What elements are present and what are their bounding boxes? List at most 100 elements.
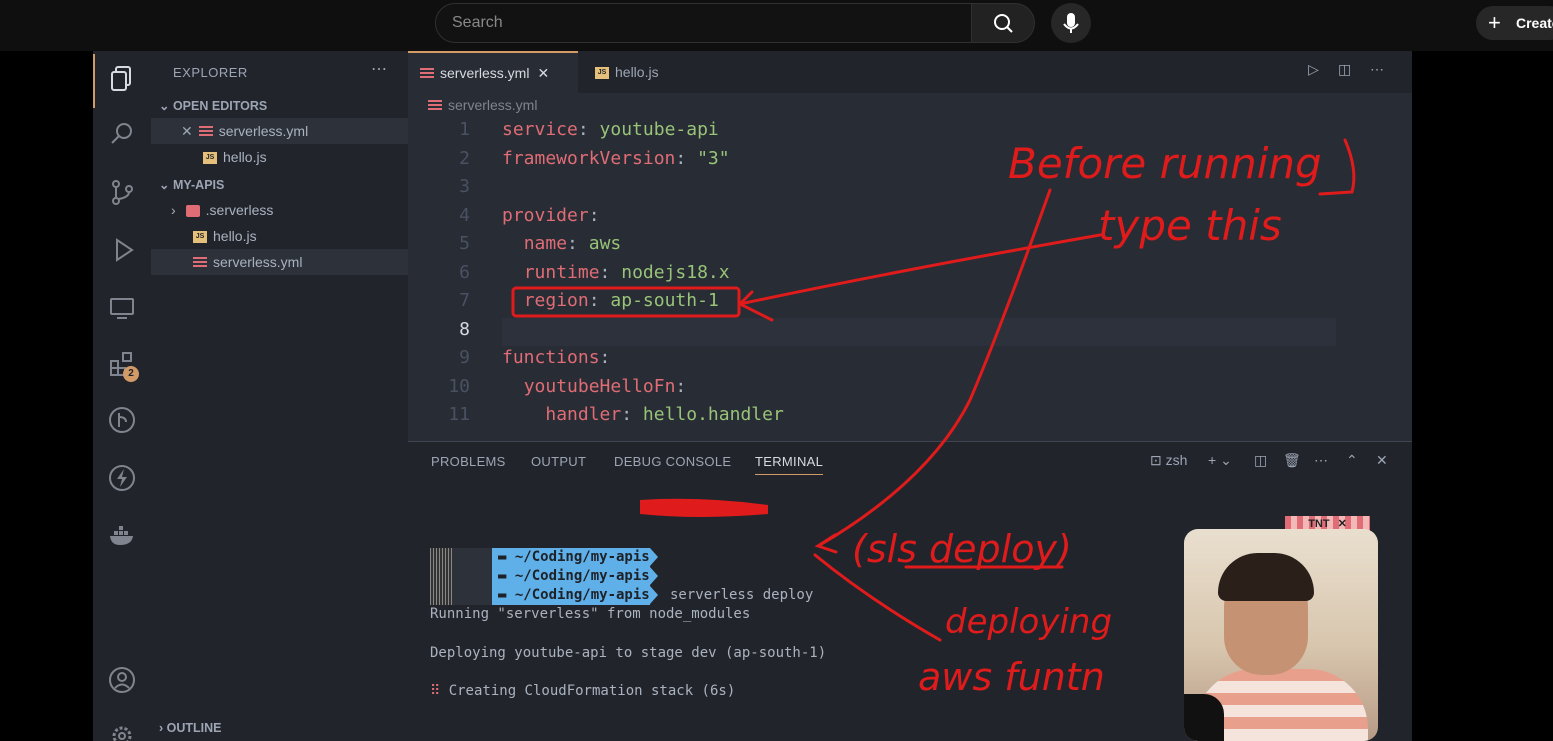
chevron-right-icon: › [171, 202, 176, 218]
folder-icon: ▬ [498, 568, 515, 584]
line-number: 1 [459, 119, 470, 140]
files-icon[interactable] [107, 63, 137, 93]
new-terminal-icon[interactable]: + ⌄ [1208, 452, 1232, 469]
open-editor-item[interactable]: ✕ serverless.yml [151, 118, 408, 144]
folder-icon: ▬ [498, 549, 515, 565]
code-editor[interactable]: serverless.yml ✕ JS hello.js ▷ ◫ ⋯ serverl… [408, 51, 1412, 441]
terminal-output-line: Deploying youtube-api to stage dev (ap-s… [430, 645, 827, 661]
code-line[interactable]: runtime: nodejs18.x [502, 262, 730, 283]
yaml-file-icon [198, 126, 213, 139]
code-line[interactable]: functions: [502, 347, 621, 368]
code-line[interactable]: youtubeHelloFn: [502, 376, 697, 397]
maximize-panel-icon[interactable]: ⌃ [1346, 452, 1358, 469]
more-actions-icon[interactable]: ⋯ [1314, 452, 1328, 469]
settings-gear-icon[interactable] [107, 721, 137, 741]
tab-problems[interactable]: PROBLEMS [431, 454, 506, 469]
activity-bar: 2 [93, 51, 151, 741]
search-icon [994, 14, 1013, 33]
line-number: 11 [448, 404, 470, 425]
code-line[interactable]: region: ap-south-1 [502, 290, 719, 311]
code-line[interactable]: service: youtube-api [502, 119, 719, 140]
tab-terminal[interactable]: TERMINAL [755, 454, 824, 475]
line-number: 9 [459, 347, 470, 368]
breadcrumb[interactable]: serverless.yml [428, 97, 537, 113]
line-number: 2 [459, 147, 470, 169]
docker-icon[interactable] [107, 521, 137, 551]
split-terminal-icon[interactable]: ◫ [1254, 452, 1267, 469]
search-icon[interactable] [107, 119, 137, 149]
line-number: 10 [448, 375, 470, 397]
line-number: 4 [459, 204, 470, 226]
tab-output[interactable]: OUTPUT [531, 454, 586, 469]
chevron-right-icon: › [159, 721, 167, 735]
code-line[interactable]: frameworkVersion: "3" [502, 148, 730, 169]
terminal-shell-selector[interactable]: ⊡ zsh [1150, 452, 1187, 469]
more-actions-icon[interactable]: ⋯ [1370, 61, 1384, 78]
lightning-icon[interactable] [107, 463, 137, 493]
search-input[interactable]: Search [435, 3, 972, 43]
git-graph-icon[interactable] [107, 405, 137, 435]
more-actions-icon[interactable]: ⋯ [371, 59, 388, 79]
account-icon[interactable] [107, 665, 137, 695]
trash-icon[interactable]: 🗑 [1283, 452, 1301, 469]
spinner-icon: ⠿ [430, 683, 449, 699]
open-editor-item[interactable]: JS hello.js [151, 144, 408, 170]
search-button[interactable] [971, 3, 1035, 43]
line-number: 5 [459, 233, 470, 254]
line-number: 3 [459, 176, 470, 197]
video-letterbox-right [1412, 51, 1553, 741]
microphone [1184, 694, 1224, 741]
javascript-file-icon: JS [595, 67, 609, 80]
terminal-prompt: ▬ ~/Coding/my-apis [430, 586, 658, 605]
javascript-file-icon: JS [193, 231, 207, 244]
apple-icon [452, 567, 492, 586]
run-debug-icon[interactable] [107, 235, 137, 265]
folder-icon: ▬ [498, 587, 515, 603]
chevron-down-icon: ⌄ [159, 99, 173, 113]
line-number: 6 [459, 261, 470, 283]
terminal-prompt: ▬ ~/Coding/my-apis [430, 567, 658, 586]
create-label: Create [1516, 15, 1553, 31]
apple-icon [452, 586, 492, 605]
terminal-prompt: ▬ ~/Coding/my-apis [430, 548, 658, 567]
folder-item[interactable]: › .serverless [151, 197, 408, 223]
terminal-command: serverless deploy [670, 587, 814, 603]
tab-bar: serverless.yml ✕ JS hello.js ▷ ◫ ⋯ [408, 51, 1412, 93]
file-item[interactable]: JS hello.js [151, 223, 408, 249]
javascript-file-icon: JS [203, 152, 217, 165]
close-icon[interactable]: ✕ [181, 123, 193, 139]
split-editor-icon[interactable]: ◫ [1338, 61, 1351, 78]
explorer-title: EXPLORER [173, 65, 248, 80]
webcam-overlay [1184, 529, 1378, 741]
tab-debug-console[interactable]: DEBUG CONSOLE [614, 454, 731, 469]
voice-search-button[interactable] [1051, 3, 1091, 43]
project-folder-header[interactable]: ⌄ MY-APIS [159, 177, 224, 192]
file-item[interactable]: serverless.yml [151, 249, 408, 275]
video-letterbox-left [0, 51, 93, 741]
video-frame[interactable]: 2 EXPLORER ⋯ ⌄ OPEN EDITORS ✕ serverless.… [93, 51, 1412, 741]
terminal-output-line: ⠿ Creating CloudFormation stack (6s) [430, 683, 736, 699]
yaml-file-icon [420, 68, 434, 81]
code-line[interactable]: name: aws [502, 233, 622, 254]
tab-hello-js[interactable]: JS hello.js [583, 51, 693, 93]
outline-header[interactable]: › OUTLINE [159, 721, 222, 735]
remote-explorer-icon[interactable] [107, 293, 137, 323]
close-icon[interactable]: ✕ [537, 65, 549, 81]
chevron-down-icon: ⌄ [159, 178, 173, 192]
plus-icon: + [1488, 10, 1501, 35]
active-indicator [93, 54, 95, 108]
run-icon[interactable]: ▷ [1308, 61, 1319, 78]
folder-icon [185, 205, 200, 218]
code-line[interactable]: handler: hello.handler [502, 404, 783, 425]
open-editors-header[interactable]: ⌄ OPEN EDITORS [159, 98, 267, 113]
close-panel-icon[interactable]: ✕ [1376, 452, 1388, 469]
source-control-icon[interactable] [107, 177, 137, 207]
line-number: 8 [459, 318, 470, 340]
tab-serverless-yml[interactable]: serverless.yml ✕ [408, 51, 578, 93]
current-line-highlight [502, 318, 1336, 346]
create-button[interactable]: + Create [1476, 6, 1553, 40]
code-line[interactable]: provider: [502, 205, 610, 226]
extensions-badge: 2 [123, 366, 139, 382]
yaml-file-icon [193, 257, 207, 270]
line-number: 7 [459, 290, 470, 311]
